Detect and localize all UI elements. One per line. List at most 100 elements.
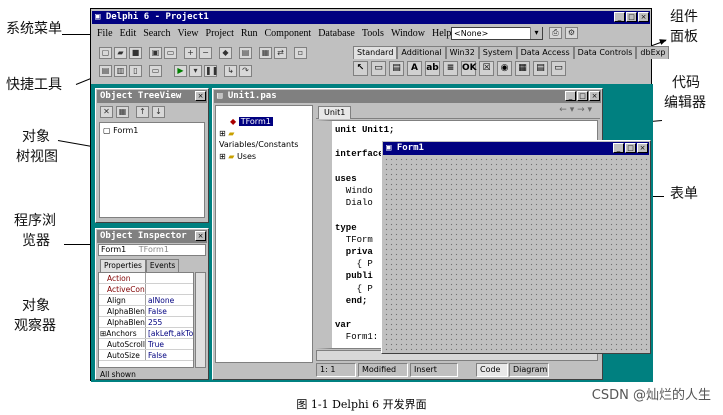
scrollbar-icon[interactable]: ▭ bbox=[551, 61, 566, 76]
property-row[interactable]: AlphaBlendFalse bbox=[99, 306, 193, 317]
explorer-item-tform1[interactable]: ◆ TForm1 bbox=[216, 106, 312, 127]
help-icon[interactable]: ◆ bbox=[219, 47, 232, 59]
trace-into-icon[interactable]: ↳ bbox=[224, 65, 237, 77]
open-project-icon[interactable]: ▭ bbox=[164, 47, 177, 59]
property-value[interactable] bbox=[145, 273, 193, 283]
menu-help[interactable]: Help bbox=[432, 27, 451, 41]
minimize-icon[interactable]: _ bbox=[613, 143, 624, 153]
combobox-icon[interactable]: ▤ bbox=[533, 61, 548, 76]
desktop-combo[interactable]: <None> bbox=[451, 27, 543, 40]
menu-project[interactable]: Project bbox=[206, 27, 234, 41]
minimize-icon[interactable]: _ bbox=[614, 12, 625, 22]
main-menu-icon[interactable]: ▤ bbox=[389, 61, 404, 76]
tab-dbexp[interactable]: dbExp bbox=[636, 46, 670, 59]
run-icon[interactable]: ▶ bbox=[174, 65, 187, 77]
debug-desktop-icon[interactable]: ⚙ bbox=[565, 27, 578, 39]
menu-file[interactable]: File bbox=[97, 27, 113, 41]
radiobutton-icon[interactable]: ◉ bbox=[497, 61, 512, 76]
view-form-icon[interactable]: ▦ bbox=[259, 47, 272, 59]
property-row[interactable]: AlphaBlendValue255 bbox=[99, 317, 193, 328]
tab-data-access[interactable]: Data Access bbox=[516, 46, 574, 59]
pause-icon[interactable]: ❚❚ bbox=[204, 65, 218, 77]
checkbox-icon[interactable]: ☒ bbox=[479, 61, 494, 76]
add-file-icon[interactable]: + bbox=[184, 47, 197, 59]
menu-window[interactable]: Window bbox=[391, 27, 425, 41]
close-icon[interactable]: × bbox=[637, 143, 648, 153]
property-value[interactable]: True bbox=[145, 339, 193, 349]
maximize-icon[interactable]: □ bbox=[577, 91, 588, 101]
open-icon[interactable]: ▰ bbox=[114, 47, 127, 59]
close-icon[interactable]: × bbox=[195, 231, 206, 241]
view-unit-icon[interactable]: ▤ bbox=[239, 47, 252, 59]
step-over-icon[interactable]: ↷ bbox=[239, 65, 252, 77]
property-row[interactable]: AutoSize False bbox=[99, 350, 193, 361]
run-dropdown-icon[interactable]: ▾ bbox=[189, 65, 202, 77]
frames-icon[interactable]: ▭ bbox=[371, 61, 386, 76]
form1-title-bar[interactable]: ▣ Form1 bbox=[383, 142, 649, 155]
save-icon[interactable]: ■ bbox=[129, 47, 142, 59]
label-icon[interactable]: A bbox=[407, 61, 422, 76]
tab-system[interactable]: System bbox=[478, 46, 517, 59]
property-value[interactable]: alNone bbox=[145, 295, 193, 305]
tab-data-controls[interactable]: Data Controls bbox=[573, 46, 637, 59]
expand-icon[interactable]: ⊞ bbox=[219, 152, 226, 161]
minimize-icon[interactable]: _ bbox=[565, 91, 576, 101]
property-row[interactable]: AutoScroll True bbox=[99, 339, 193, 350]
menu-database[interactable]: Database bbox=[318, 27, 355, 41]
maximize-icon[interactable]: □ bbox=[626, 12, 637, 22]
form-design-surface[interactable] bbox=[384, 157, 648, 351]
toggle-icon[interactable]: ▯ bbox=[129, 65, 142, 77]
menu-run[interactable]: Run bbox=[241, 27, 258, 41]
property-value[interactable]: False bbox=[145, 350, 193, 360]
tab-code[interactable]: Code bbox=[476, 363, 508, 377]
listbox-icon[interactable]: ▦ bbox=[515, 61, 530, 76]
button-icon[interactable]: OK bbox=[461, 61, 477, 76]
expand-icon[interactable]: ⊞ bbox=[219, 129, 226, 138]
menu-search[interactable]: Search bbox=[143, 27, 170, 41]
tab-additional[interactable]: Additional bbox=[397, 46, 446, 59]
main-title-bar[interactable]: ▣ Delphi 6 - Project1 bbox=[92, 11, 650, 24]
tab-events[interactable]: Events bbox=[145, 259, 180, 272]
tree-item-form1[interactable]: ▢ Form1 bbox=[100, 123, 204, 138]
property-row[interactable]: Align alNone bbox=[99, 295, 193, 306]
navigate-arrows-icon[interactable]: ← ▾ → ▾ bbox=[559, 105, 592, 115]
inspector-title-bar[interactable]: Object Inspector bbox=[97, 230, 207, 243]
property-value[interactable] bbox=[145, 284, 193, 294]
new-icon[interactable]: ▢ bbox=[99, 47, 112, 59]
menu-component[interactable]: Component bbox=[265, 27, 312, 41]
grid-icon[interactable]: ▦ bbox=[116, 106, 129, 118]
pointer-icon[interactable]: ↖ bbox=[353, 61, 368, 76]
view-forms-icon[interactable]: ▥ bbox=[114, 65, 127, 77]
tab-diagram[interactable]: Diagram bbox=[509, 363, 549, 377]
tab-standard[interactable]: Standard bbox=[353, 46, 398, 59]
save-desktop-icon[interactable]: ⎙ bbox=[549, 27, 562, 39]
tab-unit1[interactable]: Unit1 bbox=[318, 106, 352, 119]
toggle-form-icon[interactable]: ⇄ bbox=[274, 47, 287, 59]
menu-view[interactable]: View bbox=[177, 27, 198, 41]
explorer-item-uses[interactable]: ⊞ ▰ Uses bbox=[216, 150, 312, 162]
save-all-icon[interactable]: ▣ bbox=[149, 47, 162, 59]
close-icon[interactable]: × bbox=[589, 91, 600, 101]
tab-win32[interactable]: Win32 bbox=[445, 46, 479, 59]
property-value[interactable]: False bbox=[145, 306, 193, 316]
treeview-title-bar[interactable]: Object TreeView bbox=[97, 90, 207, 103]
editor-title-bar[interactable]: ▤ Unit1.pas bbox=[214, 90, 601, 103]
property-value[interactable]: 255 bbox=[145, 317, 193, 327]
property-row[interactable]: Action bbox=[99, 273, 193, 284]
close-icon[interactable]: × bbox=[638, 12, 649, 22]
close-icon[interactable]: × bbox=[195, 91, 206, 101]
inspector-scrollbar[interactable] bbox=[195, 272, 206, 368]
memo-icon[interactable]: ≡ bbox=[443, 61, 458, 76]
property-row[interactable]: ActiveControl bbox=[99, 284, 193, 295]
menu-tools[interactable]: Tools bbox=[362, 27, 384, 41]
down-arrow-icon[interactable]: ↓ bbox=[152, 106, 165, 118]
remove-file-icon[interactable]: − bbox=[199, 47, 212, 59]
up-arrow-icon[interactable]: ↑ bbox=[136, 106, 149, 118]
view-units-icon[interactable]: ▤ bbox=[99, 65, 112, 77]
property-row[interactable]: ⊞Anchors [akLeft,akTop] bbox=[99, 328, 193, 339]
object-selector[interactable]: Form1 TForm1 bbox=[98, 244, 206, 256]
property-value[interactable]: [akLeft,akTop] bbox=[145, 328, 193, 338]
explorer-item-variables[interactable]: ⊞ ▰ Variables/Constants bbox=[216, 127, 312, 150]
delete-icon[interactable]: ✕ bbox=[100, 106, 113, 118]
edit-icon[interactable]: ab bbox=[425, 61, 440, 76]
